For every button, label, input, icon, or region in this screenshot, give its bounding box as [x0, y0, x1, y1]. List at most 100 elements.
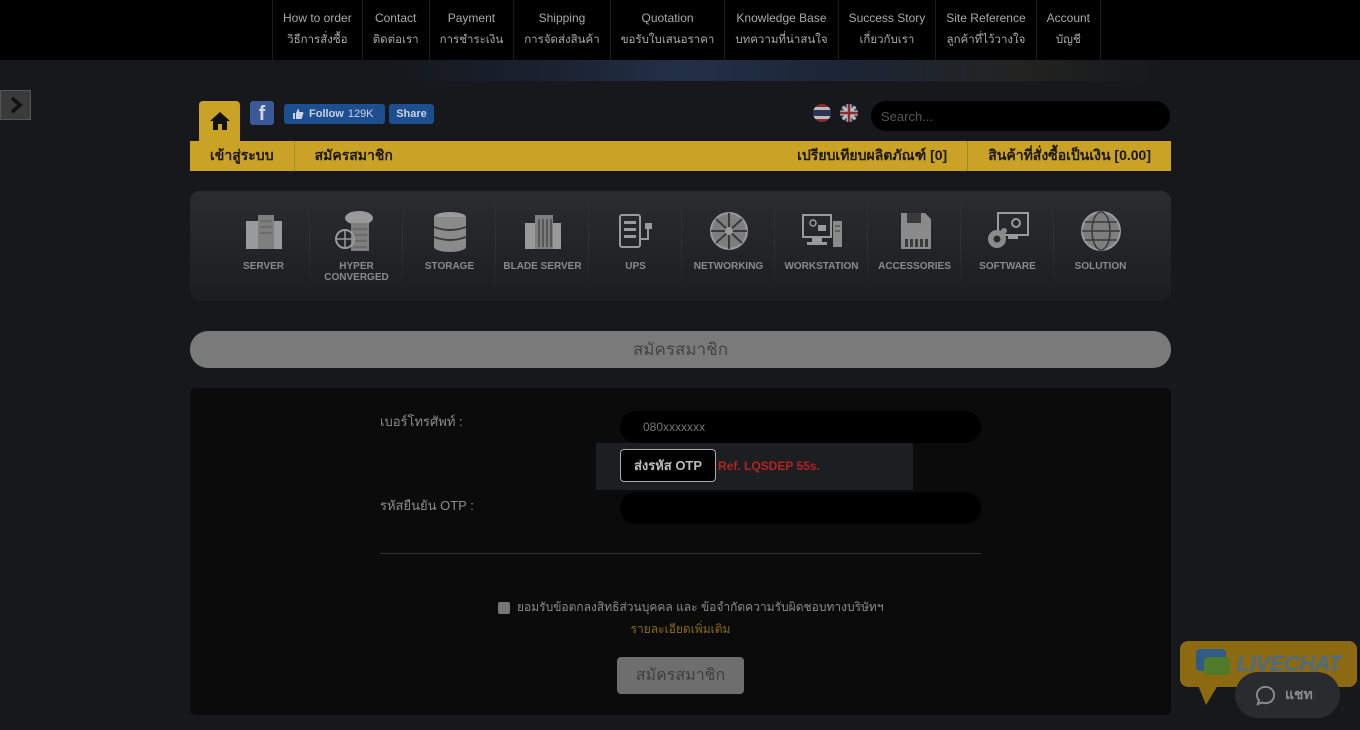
share-label: Share: [396, 108, 427, 120]
facebook-follow-button[interactable]: Follow 129K: [284, 104, 385, 124]
menu-label-th: วิธีการสั่งซื้อ: [287, 34, 348, 46]
chevron-right-icon: [10, 96, 23, 114]
solution-icon: [1080, 211, 1121, 251]
agreement-text: ยอมรับข้อตกลงสิทธิส่วนบุคคล และ ข้อจำกัด…: [517, 600, 884, 614]
header-banner: [0, 60, 1360, 81]
workstation-icon: [801, 214, 842, 247]
registration-form: เบอร์โทรศัพท์ : ส่งรหัส OTP Ref. LQSDEP …: [190, 388, 1171, 715]
accessories-icon: [900, 213, 931, 249]
otp-input[interactable]: [620, 492, 981, 524]
chat-bubble-icon: [1204, 657, 1230, 675]
menu-quotation[interactable]: Quotation ขอรับใบเสนอราคา: [609, 0, 725, 60]
category-label: UPS: [625, 261, 646, 272]
menu-how-to-order[interactable]: How to order วิธีการสั่งซื้อ: [272, 0, 362, 60]
search-input[interactable]: [871, 101, 1170, 131]
category-software[interactable]: SOFTWARE: [961, 191, 1054, 301]
menu-success-story[interactable]: Success Story เกี่ยวกับเรา: [837, 0, 936, 60]
category-label: HYPER CONVERGED: [324, 261, 389, 283]
hyper-converged-icon: [334, 211, 373, 251]
menu-label-en: Payment: [447, 11, 496, 25]
menu-label-th: ขอรับใบเสนอราคา: [620, 34, 715, 46]
otp-label: รหัสยืนยัน OTP :: [380, 498, 474, 513]
menu-contact[interactable]: Contact ติดต่อเรา: [361, 0, 429, 60]
menu-label-en: Site Reference: [946, 11, 1026, 25]
agreement-row: ยอมรับข้อตกลงสิทธิส่วนบุคคล และ ข้อจำกัด…: [498, 598, 884, 617]
category-hyper-converged[interactable]: HYPER CONVERGED: [310, 191, 403, 301]
thai-flag-icon[interactable]: [813, 104, 831, 122]
compare-products-link[interactable]: เปรียบเทียบผลิตภัณฑ์ [0]: [797, 141, 969, 171]
server-icon: [245, 215, 282, 249]
menu-label-en: How to order: [283, 11, 352, 25]
menu-label-en: Contact: [374, 11, 417, 25]
category-server[interactable]: SERVER: [217, 191, 310, 301]
follow-label: Follow: [309, 108, 344, 120]
cart-total-link[interactable]: สินค้าที่สั่งซื้อเป็นเงิน [0.00]: [968, 141, 1171, 171]
ups-icon: [618, 214, 652, 248]
menu-label-th: เกี่ยวกับเรา: [859, 34, 915, 46]
menu-payment[interactable]: Payment การชำระเงิน: [428, 0, 514, 60]
phone-input[interactable]: [620, 411, 981, 443]
menu-account[interactable]: Account บัญชี: [1035, 0, 1102, 60]
account-bar: เข้าสู่ระบบ สมัครสมาชิก เปรียบเทียบผลิตภ…: [190, 141, 1171, 171]
send-otp-button[interactable]: ส่งรหัส OTP: [620, 449, 716, 482]
uk-flag-cross: [840, 104, 858, 122]
menu-site-reference[interactable]: Site Reference ลูกค้าที่ไว้วางใจ: [935, 0, 1035, 60]
menu-knowledge-base[interactable]: Knowledge Base บทความที่น่าสนใจ: [724, 0, 837, 60]
category-storage[interactable]: STORAGE: [403, 191, 496, 301]
chat-button[interactable]: แชท: [1235, 672, 1340, 718]
menu-shipping[interactable]: Shipping การจัดส่งสินค้า: [513, 0, 609, 60]
side-panel-toggle[interactable]: [0, 90, 31, 120]
follow-count: 129K: [347, 108, 374, 120]
agree-checkbox[interactable]: [498, 601, 510, 614]
menu-label-en: Knowledge Base: [736, 11, 827, 25]
top-navigation: How to order วิธีการสั่งซื้อ Contact ติดต่…: [0, 0, 1360, 60]
category-blade-server[interactable]: BLADE SERVER: [496, 191, 589, 301]
register-button[interactable]: สมัครสมาชิก: [617, 657, 744, 694]
chat-label: แชท: [1285, 686, 1313, 702]
form-divider: [380, 553, 981, 554]
software-icon: [987, 212, 1029, 248]
more-details-link[interactable]: รายละเอียดเพิ่มเติม: [190, 620, 1171, 639]
category-networking[interactable]: NETWORKING: [682, 191, 775, 301]
thumbs-up-icon: [293, 109, 304, 119]
category-label: SOFTWARE: [979, 261, 1036, 272]
menu-label-en: Shipping: [538, 11, 586, 25]
category-label: STORAGE: [424, 261, 475, 272]
category-ups[interactable]: UPS: [589, 191, 682, 301]
menu-label-th: บัญชี: [1055, 34, 1081, 46]
login-link[interactable]: เข้าสู่ระบบ: [190, 141, 295, 171]
register-link[interactable]: สมัครสมาชิก: [295, 141, 393, 171]
storage-icon: [433, 212, 466, 252]
uk-flag-icon[interactable]: [840, 104, 858, 122]
menu-label-th: ติดต่อเรา: [372, 34, 419, 46]
menu-label-en: Success Story: [848, 11, 926, 25]
menu-label-th: การจัดส่งสินค้า: [524, 34, 600, 46]
phone-label: เบอร์โทรศัพท์ :: [380, 414, 463, 429]
top-menu: How to order วิธีการสั่งซื้อ Contact ติดต่…: [272, 0, 1102, 60]
category-label: NETWORKING: [693, 261, 764, 272]
category-label: WORKSTATION: [784, 261, 859, 272]
networking-icon: [709, 212, 748, 250]
home-button[interactable]: [199, 101, 240, 141]
home-icon: [209, 112, 230, 130]
menu-label-en: Account: [1046, 11, 1091, 25]
category-solution[interactable]: SOLUTION: [1054, 191, 1147, 301]
livechat-bubble-tail: [1198, 685, 1218, 705]
category-label: BLADE SERVER: [503, 261, 582, 272]
menu-label-en: Quotation: [641, 11, 694, 25]
otp-request-panel: ส่งรหัส OTP Ref. LQSDEP 55s.: [596, 443, 913, 490]
chat-icon: [1255, 685, 1276, 706]
category-label: SOLUTION: [1074, 261, 1127, 272]
page-title: สมัครสมาชิก: [190, 331, 1171, 368]
category-workstation[interactable]: WORKSTATION: [775, 191, 868, 301]
category-menu: SERVER HYPER CONVERGED STORAGE BLADE SER…: [190, 191, 1171, 301]
facebook-icon[interactable]: f: [250, 101, 274, 125]
category-label: SERVER: [243, 261, 284, 272]
facebook-share-button[interactable]: Share: [389, 104, 434, 124]
menu-label-th: การชำระเงิน: [439, 34, 504, 46]
blade-server-icon: [524, 215, 561, 249]
menu-label-th: ลูกค้าที่ไว้วางใจ: [946, 34, 1026, 46]
category-label: ACCESSORIES: [878, 261, 951, 272]
menu-label-th: บทความที่น่าสนใจ: [735, 34, 828, 46]
category-accessories[interactable]: ACCESSORIES: [868, 191, 961, 301]
